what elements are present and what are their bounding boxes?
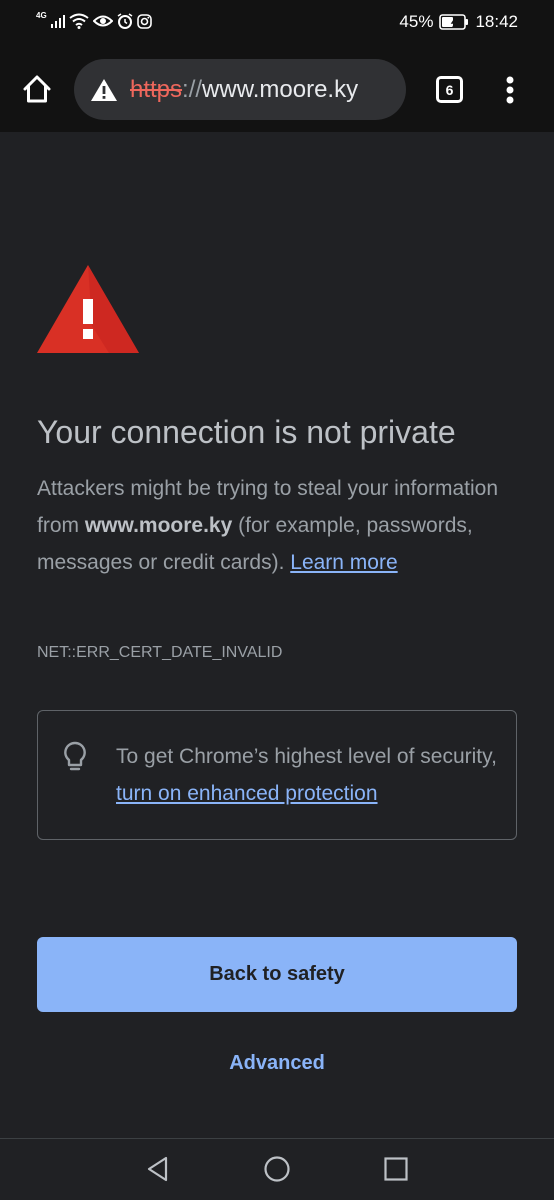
status-bar: 4G 45% 18:42 (0, 0, 554, 46)
status-icons-right: 45% 18:42 (399, 12, 518, 32)
tip-description: To get Chrome’s highest level of securit… (116, 745, 497, 768)
warning-triangle-icon (37, 265, 139, 353)
battery-icon (439, 14, 469, 30)
alarm-icon (117, 13, 133, 29)
url-text: https://www.moore.ky (130, 76, 358, 104)
page-title: Your connection is not private (37, 414, 456, 450)
menu-button[interactable] (500, 74, 520, 106)
lightbulb-icon (63, 741, 87, 778)
browser-toolbar: https://www.moore.ky 6 (0, 46, 554, 132)
tab-switcher-button[interactable]: 6 (436, 76, 463, 103)
back-to-safety-label: Back to safety (209, 963, 345, 985)
tab-count: 6 (445, 81, 454, 98)
warning-triangle-icon (91, 78, 117, 101)
tip-text: To get Chrome’s highest level of securit… (116, 738, 506, 812)
back-to-safety-button[interactable]: Back to safety (37, 937, 517, 1012)
home-button[interactable] (18, 70, 56, 108)
square-recents-icon[interactable] (382, 1155, 410, 1183)
learn-more-link[interactable]: Learn more (290, 551, 397, 574)
advanced-button[interactable]: Advanced (0, 1052, 554, 1075)
more-vertical-icon (506, 76, 514, 104)
warning-description: Attackers might be trying to steal your … (37, 470, 517, 581)
signal-icon (50, 15, 65, 28)
instagram-icon (136, 13, 152, 29)
circle-home-icon[interactable] (263, 1155, 291, 1183)
clock: 18:42 (475, 12, 518, 31)
wifi-icon (69, 13, 89, 29)
warning-icon-large (37, 265, 139, 358)
network-type-label: 4G (36, 10, 47, 20)
domain-name: www.moore.ky (84, 514, 233, 537)
enhanced-protection-link[interactable]: turn on enhanced protection (116, 782, 378, 805)
home-icon (23, 75, 51, 103)
status-icons-left: 4G (36, 10, 152, 29)
url-host: www.moore.ky (202, 75, 359, 103)
url-scheme: https (130, 75, 183, 103)
error-code: NET::ERR_CERT_DATE_INVALID (37, 644, 283, 661)
battery-percent: 45% (399, 12, 434, 31)
enhanced-protection-tip: To get Chrome’s highest level of securit… (37, 710, 517, 840)
triangle-back-icon[interactable] (144, 1155, 172, 1183)
address-bar[interactable]: https://www.moore.ky (74, 59, 406, 120)
eye-comfort-icon (92, 15, 113, 27)
url-separator: :// (182, 75, 203, 103)
system-navigation-bar (0, 1138, 554, 1200)
